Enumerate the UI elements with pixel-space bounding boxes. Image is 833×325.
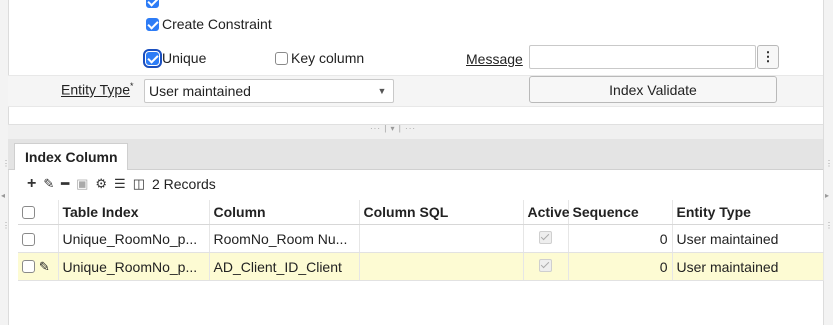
right-expand-icon[interactable]: ▸ — [825, 192, 829, 200]
table-row[interactable]: Unique_RoomNo_p... RoomNo_Room Nu... 0 U… — [18, 224, 824, 253]
partial-checkbox-above[interactable] — [146, 0, 159, 9]
left-splitter-handle-2[interactable]: ⋮ — [2, 222, 10, 230]
entity-type-label-wrap: Entity Type* — [61, 81, 134, 98]
edit-icon[interactable]: ✎ — [43, 176, 54, 192]
create-constraint-label: Create Constraint — [162, 16, 272, 32]
right-splitter-handle[interactable]: ⋮ — [825, 160, 833, 168]
select-all-cell[interactable] — [18, 200, 59, 225]
table-row-selected[interactable]: ✎ Unique_RoomNo_p... AD_Client_ID_Client… — [18, 252, 824, 281]
kebab-menu-icon: ⋮ — [761, 49, 775, 64]
columns-icon[interactable]: ◫ — [133, 176, 145, 192]
gear-icon[interactable]: ⚙ — [95, 176, 107, 192]
select-all-checkbox[interactable] — [22, 206, 35, 219]
cell-entity-type[interactable]: User maintained — [672, 224, 824, 253]
grid-header-row: Table Index Column Column SQL Active Seq… — [18, 200, 824, 225]
cell-sequence[interactable]: 0 — [568, 252, 673, 281]
tab-index-column[interactable]: Index Column — [14, 143, 128, 170]
edit-row-icon[interactable]: ✎ — [39, 259, 50, 274]
checkbox-checked[interactable] — [146, 0, 159, 8]
right-splitter-handle-2[interactable]: ⋮ — [825, 222, 833, 230]
message-menu-button[interactable]: ⋮ — [757, 45, 779, 69]
records-count: 2 Records — [151, 176, 216, 192]
cell-sequence[interactable]: 0 — [568, 224, 673, 253]
cell-column[interactable]: AD_Client_ID_Client — [209, 252, 360, 281]
row-select-cell[interactable]: ✎ — [18, 252, 59, 281]
tab-bar — [8, 139, 823, 170]
key-column-field[interactable]: Key column — [275, 50, 364, 66]
cell-column-sql[interactable] — [359, 252, 524, 281]
row-select-cell[interactable] — [18, 224, 59, 253]
chevron-down-icon[interactable]: ▼ — [371, 86, 393, 96]
column-header-entity-type[interactable]: Entity Type — [672, 200, 824, 225]
key-column-label: Key column — [291, 50, 365, 66]
row-select-checkbox[interactable] — [22, 232, 35, 246]
column-header-column-sql[interactable]: Column SQL — [359, 200, 524, 225]
grid-toolbar: + ✎ ━ ▣ ⚙ ☰ ◫ 2 Records — [27, 175, 216, 193]
key-column-checkbox[interactable] — [275, 51, 288, 65]
entity-type-label: Entity Type — [61, 81, 131, 98]
index-column-grid: Table Index Column Column SQL Active Seq… — [18, 200, 824, 281]
entity-type-select[interactable]: User maintained ▼ — [144, 79, 394, 103]
cell-entity-type[interactable]: User maintained — [672, 252, 824, 281]
splitter-handle-icon[interactable]: ··· | ▾ | ··· — [370, 124, 416, 133]
cell-table-index[interactable]: Unique_RoomNo_p... — [58, 252, 210, 281]
index-validate-button[interactable]: Index Validate — [529, 76, 777, 103]
delete-icon[interactable]: ━ — [61, 176, 69, 192]
cell-column-sql[interactable] — [359, 224, 524, 253]
cell-active[interactable] — [523, 224, 569, 253]
save-icon[interactable]: ▣ — [76, 176, 88, 192]
cell-active[interactable] — [523, 252, 569, 281]
column-header-active[interactable]: Active — [523, 200, 570, 225]
create-constraint-field[interactable]: Create Constraint — [146, 16, 272, 32]
cell-table-index[interactable]: Unique_RoomNo_p... — [58, 224, 210, 253]
add-icon[interactable]: + — [27, 175, 36, 193]
active-checkbox — [539, 258, 552, 272]
index-validate-label: Index Validate — [609, 81, 697, 98]
cell-column[interactable]: RoomNo_Room Nu... — [209, 224, 360, 253]
message-input[interactable] — [529, 45, 756, 69]
left-collapse-icon[interactable]: ◂ — [1, 192, 5, 200]
form-view-icon[interactable]: ☰ — [114, 176, 126, 192]
tab-index-column-label: Index Column — [25, 149, 118, 165]
column-header-table-index[interactable]: Table Index — [58, 200, 210, 225]
message-label: Message — [466, 51, 523, 67]
unique-checkbox[interactable] — [143, 48, 162, 68]
column-header-column[interactable]: Column — [209, 200, 360, 225]
row-select-checkbox[interactable] — [22, 260, 35, 273]
unique-field[interactable]: Unique — [143, 48, 207, 68]
column-header-sequence[interactable]: Sequence — [568, 200, 673, 225]
required-mark: * — [130, 81, 134, 91]
active-checkbox — [539, 230, 552, 244]
unique-label: Unique — [162, 50, 207, 66]
create-constraint-checkbox[interactable] — [146, 17, 159, 31]
entity-type-value: User maintained — [149, 83, 251, 99]
